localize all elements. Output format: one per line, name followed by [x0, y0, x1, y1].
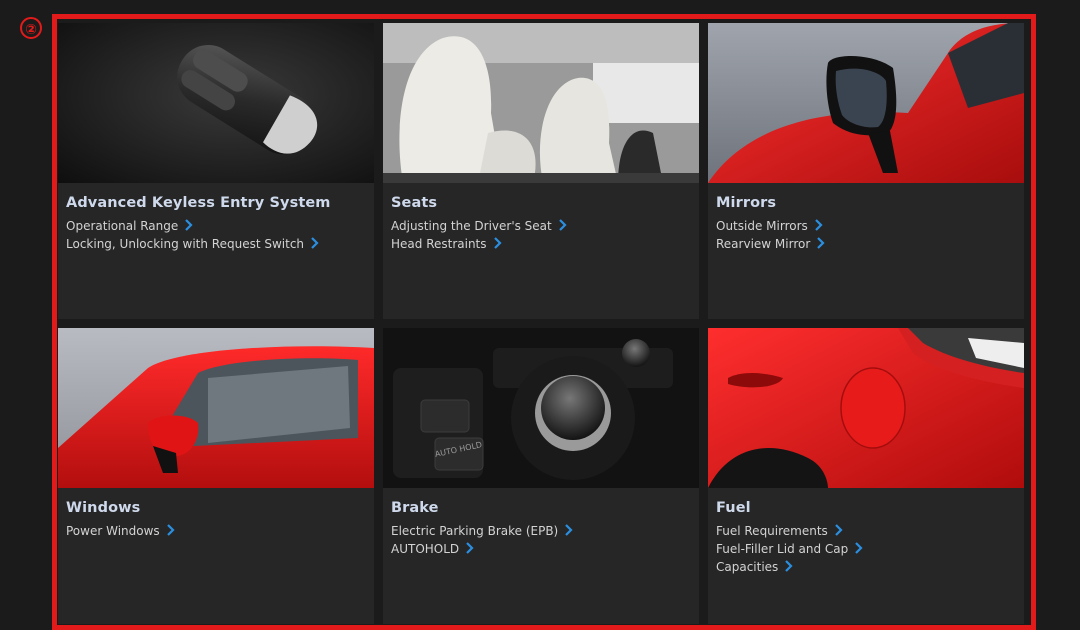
chevron-right-icon	[185, 219, 193, 231]
link-adjusting-drivers-seat[interactable]: Adjusting the Driver's Seat	[391, 217, 691, 235]
fuel-lid-image[interactable]	[708, 328, 1024, 488]
card-windows: Windows Power Windows	[58, 328, 374, 624]
chevron-right-icon	[855, 542, 863, 554]
chevron-right-icon	[311, 237, 319, 249]
callout-marker: ②	[20, 17, 42, 39]
link-outside-mirrors[interactable]: Outside Mirrors	[716, 217, 1016, 235]
card-mirrors: Mirrors Outside Mirrors Rearview Mirror	[708, 23, 1024, 319]
keyless-key-image[interactable]	[58, 23, 374, 183]
seats-image[interactable]	[383, 23, 699, 183]
chevron-right-icon	[785, 560, 793, 572]
chevron-right-icon	[493, 237, 502, 249]
chevron-right-icon	[558, 219, 567, 231]
link-autohold[interactable]: AUTOHOLD	[391, 540, 691, 558]
link-rearview-mirror[interactable]: Rearview Mirror	[716, 235, 1016, 253]
card-title: Seats	[391, 195, 438, 211]
link-fuel-requirements[interactable]: Fuel Requirements	[716, 522, 1016, 540]
card-fuel: Fuel Fuel Requirements Fuel-Filler Lid a…	[708, 328, 1024, 624]
link-power-windows[interactable]: Power Windows	[66, 522, 366, 540]
mirror-image[interactable]	[708, 23, 1024, 183]
link-electric-parking-brake[interactable]: Electric Parking Brake (EPB)	[391, 522, 691, 540]
card-title: Windows	[66, 500, 141, 516]
feature-grid: Advanced Keyless Entry System Operationa…	[58, 23, 1026, 624]
card-title: Brake	[391, 500, 439, 516]
card-title: Mirrors	[716, 195, 777, 211]
card-brake: AUTO HOLD Brake Electric Parking Brake (…	[383, 328, 699, 624]
card-keyless-entry: Advanced Keyless Entry System Operationa…	[58, 23, 374, 319]
card-title: Advanced Keyless Entry System	[66, 195, 331, 211]
brake-console-image[interactable]: AUTO HOLD	[383, 328, 699, 488]
card-seats: Seats Adjusting the Driver's Seat Head R…	[383, 23, 699, 319]
chevron-right-icon	[817, 237, 825, 249]
chevron-right-icon	[466, 542, 474, 554]
chevron-right-icon	[814, 219, 823, 231]
link-capacities[interactable]: Capacities	[716, 558, 1016, 576]
chevron-right-icon	[565, 524, 573, 536]
link-fuel-filler-lid[interactable]: Fuel-Filler Lid and Cap	[716, 540, 1016, 558]
link-request-switch[interactable]: Locking, Unlocking with Request Switch	[66, 235, 366, 253]
link-operational-range[interactable]: Operational Range	[66, 217, 366, 235]
link-head-restraints[interactable]: Head Restraints	[391, 235, 691, 253]
window-image[interactable]	[58, 328, 374, 488]
chevron-right-icon	[835, 524, 843, 536]
card-title: Fuel	[716, 500, 751, 516]
chevron-right-icon	[166, 524, 175, 536]
